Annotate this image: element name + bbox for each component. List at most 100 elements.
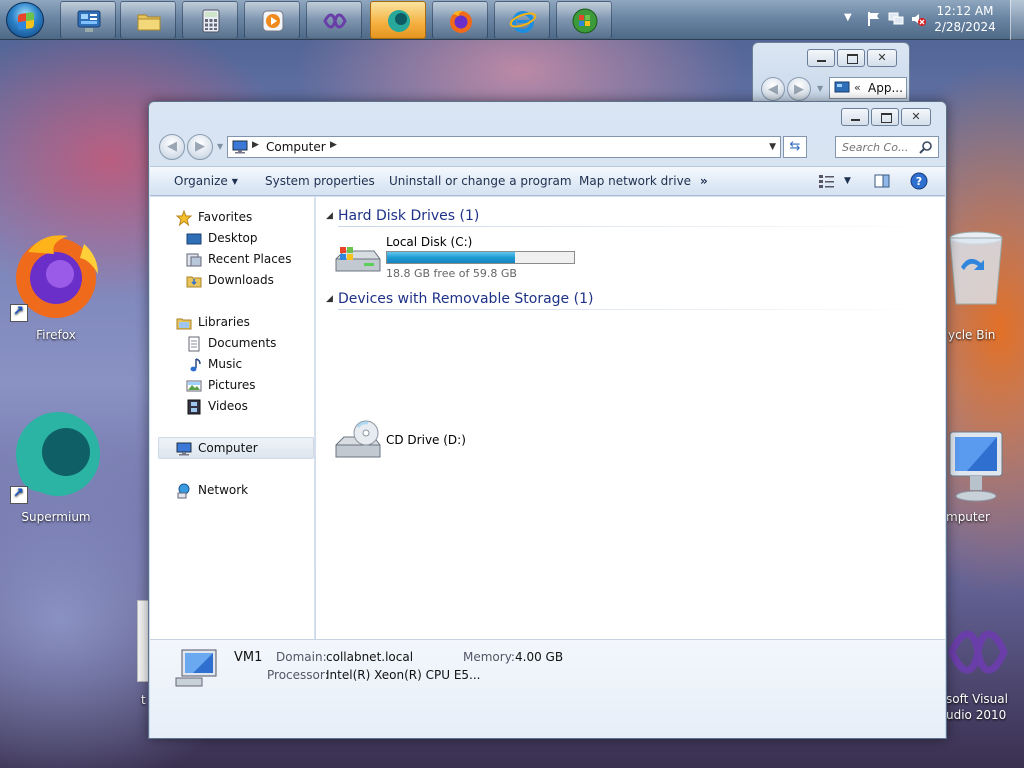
clock[interactable]: 12:12 AM 2/28/2024 bbox=[930, 3, 1000, 35]
network-globe-icon bbox=[177, 483, 190, 499]
star-icon bbox=[176, 210, 192, 226]
desktop-icon-recycle-bin[interactable]: ycle Bin bbox=[940, 230, 1024, 344]
computer-icon bbox=[232, 140, 248, 154]
internet-explorer-icon bbox=[509, 11, 537, 33]
desktop-icon-computer[interactable]: mputer bbox=[940, 428, 1024, 528]
change-view-button[interactable] bbox=[818, 173, 836, 192]
system-properties-button[interactable]: System properties bbox=[265, 174, 375, 188]
desktop-icon-label: Firefox bbox=[36, 328, 76, 342]
uninstall-program-button[interactable]: Uninstall or change a program bbox=[389, 174, 572, 188]
view-options-icon bbox=[819, 175, 834, 188]
cd-drive-icon bbox=[335, 420, 381, 458]
maximize-button[interactable] bbox=[871, 108, 899, 126]
domain-value: collabnet.local bbox=[326, 650, 414, 664]
background-window-caption-buttons: ✕ bbox=[807, 49, 897, 67]
show-desktop-button[interactable] bbox=[1010, 0, 1024, 40]
group-header-hard-disk-drives[interactable]: ◢ Hard Disk Drives (1) bbox=[324, 207, 936, 227]
organize-button[interactable]: Organize ▼ bbox=[174, 174, 238, 188]
taskbar: ▼ 12:12 AM 2/28/2024 bbox=[0, 0, 1024, 40]
organize-label: Organize bbox=[174, 174, 228, 188]
help-button[interactable]: ? bbox=[910, 172, 928, 193]
pictures-icon bbox=[186, 380, 202, 392]
taskbar-explorer-button[interactable] bbox=[120, 1, 176, 39]
desktop-icon-firefox[interactable]: Firefox bbox=[10, 232, 98, 344]
forward-button[interactable]: ▶ bbox=[187, 134, 213, 160]
close-button[interactable]: ✕ bbox=[901, 108, 931, 126]
forward-button[interactable]: ▶ bbox=[787, 77, 811, 101]
background-window[interactable]: ✕ ◀ ▶ ▼ « App... bbox=[752, 42, 910, 104]
clock-date: 2/28/2024 bbox=[934, 20, 996, 34]
taskbar-windows-button[interactable] bbox=[556, 1, 612, 39]
desktop-icon-supermium[interactable]: Supermium bbox=[10, 412, 100, 528]
breadcrumb-separator-icon[interactable]: ▶ bbox=[252, 140, 259, 150]
refresh-button[interactable]: ⇆ bbox=[783, 136, 807, 158]
preview-pane-icon bbox=[874, 174, 890, 188]
minimize-button[interactable] bbox=[807, 49, 835, 67]
search-icon[interactable] bbox=[919, 140, 933, 154]
taskbar-control-panel-button[interactable] bbox=[60, 1, 116, 39]
visual-studio-icon bbox=[948, 630, 1008, 674]
collapse-triangle-icon[interactable]: ◢ bbox=[326, 294, 333, 304]
documents-icon bbox=[188, 336, 200, 352]
calculator-icon bbox=[202, 9, 220, 33]
desktop-icon-visual-studio[interactable]: soft Visual udio 2010 bbox=[940, 618, 1024, 724]
chevron-down-icon: ▼ bbox=[231, 177, 238, 186]
memory-label: Memory: bbox=[463, 650, 515, 664]
drive-name: Local Disk (C:) bbox=[386, 235, 473, 249]
volume-muted-icon[interactable] bbox=[910, 11, 926, 27]
shortcut-arrow-icon bbox=[10, 304, 28, 322]
music-note-icon bbox=[190, 358, 201, 372]
view-dropdown-icon[interactable]: ▼ bbox=[844, 176, 851, 186]
address-bar[interactable]: ▶ Computer ▶ ▼ bbox=[227, 136, 781, 158]
taskbar-internet-explorer-button[interactable] bbox=[494, 1, 550, 39]
nav-item-label: Desktop bbox=[208, 231, 258, 245]
breadcrumb-separator-icon[interactable]: ▶ bbox=[330, 140, 337, 150]
drive-name: CD Drive (D:) bbox=[386, 433, 466, 447]
maximize-button[interactable] bbox=[837, 49, 865, 67]
shortcut-arrow-icon bbox=[10, 486, 28, 504]
close-button[interactable]: ✕ bbox=[867, 49, 897, 67]
recent-pages-dropdown[interactable]: ▼ bbox=[817, 84, 823, 93]
breadcrumb-computer[interactable]: Computer bbox=[266, 140, 326, 154]
taskbar-firefox-button[interactable] bbox=[432, 1, 488, 39]
nav-item-label: Music bbox=[208, 357, 243, 371]
group-title: Hard Disk Drives (1) bbox=[338, 208, 480, 224]
group-title: Devices with Removable Storage (1) bbox=[338, 291, 594, 307]
collapse-triangle-icon[interactable]: ◢ bbox=[326, 211, 333, 221]
taskbar-calculator-button[interactable] bbox=[182, 1, 238, 39]
network-icon[interactable] bbox=[888, 11, 904, 27]
media-player-icon bbox=[262, 10, 284, 32]
group-header-removable-storage[interactable]: ◢ Devices with Removable Storage (1) bbox=[324, 290, 936, 310]
drive-local-disk-c[interactable]: Local Disk (C:) 18.8 GB free of 59.8 GB bbox=[334, 235, 634, 283]
search-input[interactable] bbox=[842, 138, 922, 156]
address-dropdown-icon[interactable]: ▼ bbox=[769, 142, 776, 152]
nav-item-label: Downloads bbox=[208, 273, 274, 287]
navigation-bar: ◀ ▶ ▼ ▶ Computer ▶ ▼ ⇆ bbox=[157, 134, 940, 160]
downloads-folder-icon bbox=[186, 276, 202, 288]
back-button[interactable]: ◀ bbox=[761, 77, 785, 101]
more-commands-button[interactable]: » bbox=[700, 174, 708, 188]
taskbar-media-player-button[interactable] bbox=[244, 1, 300, 39]
drive-free-space: 18.8 GB free of 59.8 GB bbox=[386, 267, 517, 280]
search-box[interactable] bbox=[835, 136, 939, 158]
taskbar-supermium-button[interactable] bbox=[370, 1, 426, 39]
folder-icon bbox=[137, 14, 161, 31]
explorer-window: ✕ ◀ ▶ ▼ ▶ Computer ▶ ▼ ⇆ Search Co... Or… bbox=[148, 101, 947, 739]
preview-pane-button[interactable] bbox=[874, 173, 890, 192]
drive-cd-drive-d[interactable]: CD Drive (D:) bbox=[334, 419, 634, 463]
recent-places-icon bbox=[186, 253, 202, 267]
minimize-button[interactable] bbox=[841, 108, 869, 126]
map-network-drive-button[interactable]: Map network drive bbox=[579, 174, 691, 188]
refresh-icon: ⇆ bbox=[789, 139, 801, 154]
tray-overflow-icon[interactable]: ▼ bbox=[844, 12, 852, 23]
desktop-icon-label-line1: soft Visual bbox=[946, 692, 1008, 706]
address-overflow-chevron[interactable]: « bbox=[854, 81, 861, 94]
background-address-bar[interactable]: « App... bbox=[829, 77, 907, 99]
domain-label: Domain: bbox=[276, 650, 327, 664]
desktop-icon-partial-label: t bbox=[141, 693, 146, 707]
recent-pages-dropdown[interactable]: ▼ bbox=[217, 142, 223, 151]
action-center-flag-icon[interactable] bbox=[866, 11, 882, 27]
back-button[interactable]: ◀ bbox=[159, 134, 185, 160]
start-button[interactable] bbox=[6, 2, 44, 38]
taskbar-visual-studio-button[interactable] bbox=[306, 1, 362, 39]
